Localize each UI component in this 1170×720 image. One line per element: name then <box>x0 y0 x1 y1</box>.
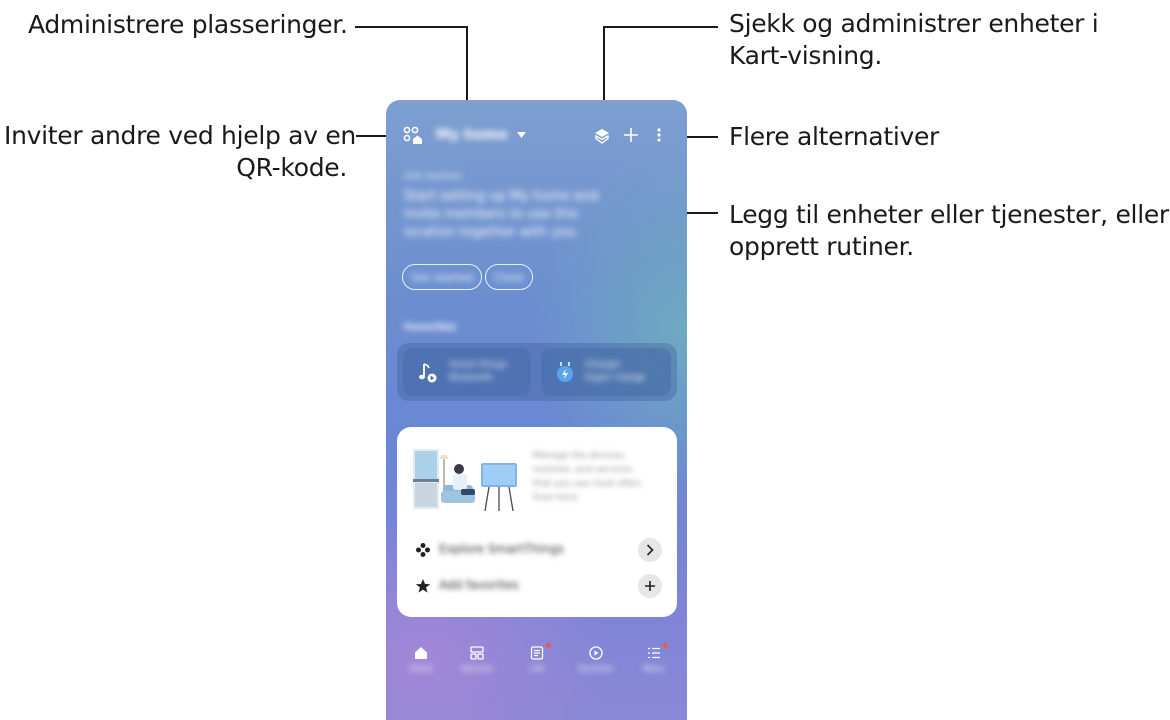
map-view-icon <box>595 129 609 144</box>
star-icon <box>415 579 431 593</box>
fav-music-title: Smart things <box>449 360 507 370</box>
promo-line-3: location together with you. <box>404 225 580 240</box>
menu-list-icon <box>648 647 660 659</box>
nav-devices[interactable]: Devices <box>457 640 497 700</box>
favorites-title: Favorites <box>404 322 457 333</box>
fav-charger-subtitle: Super charge <box>585 373 646 383</box>
qr-invite-button[interactable] <box>402 125 426 147</box>
callout-invite-qr: Inviter andre ved hjelp av en QR-kode. <box>4 120 356 184</box>
promo-block: Get started Start setting up My home and… <box>404 168 654 242</box>
caret-down-icon <box>516 132 526 138</box>
callout-map-view-line1: Sjekk og administrer enheter i <box>729 9 1099 38</box>
plus-icon <box>645 581 655 591</box>
more-vertical-icon <box>657 128 661 142</box>
explore-chevron-button[interactable] <box>638 538 662 562</box>
favorites-panel: Smart things Bluetooth Charger Super cha… <box>397 343 677 401</box>
nav-routines[interactable]: Routines <box>576 640 616 700</box>
intro-card: Manage the devices, routines, and servic… <box>397 427 677 617</box>
add-favorites-label: Add favorites <box>439 578 519 592</box>
promo-heading: Get started <box>404 171 461 182</box>
leader-line-locations-h <box>355 26 468 28</box>
callout-more-options-text: Flere alternativer <box>729 122 940 151</box>
callout-invite-qr-line2: QR-kode. <box>236 153 347 182</box>
living-room-illustration <box>413 449 517 512</box>
explore-smartthings-label: Explore SmartThings <box>439 542 564 556</box>
nav-routines-label: Routines <box>578 664 614 673</box>
music-note-play-icon <box>419 363 437 383</box>
more-options-button[interactable] <box>651 125 667 145</box>
add-favorites-row[interactable]: Add favorites <box>397 573 677 599</box>
callout-more-options: Flere alternativer <box>729 121 939 153</box>
intro-card-text: Manage the devices, routines, and servic… <box>533 449 667 505</box>
plus-icon <box>624 128 638 142</box>
devices-icon <box>470 646 484 660</box>
callout-add-devices-line2: opprett rutiner. <box>729 232 914 261</box>
callout-add-devices-line1: Legg til enheter eller tjenester, eller <box>729 200 1169 229</box>
favorite-card-charger[interactable]: Charger Super charge <box>541 348 671 396</box>
nav-menu-label: Menu <box>643 664 665 673</box>
life-icon <box>530 646 544 660</box>
chevron-right-icon <box>646 544 654 556</box>
close-button[interactable]: Close <box>485 264 533 290</box>
intro-text-line-2: routines, and services <box>533 465 633 475</box>
callout-add-devices: Legg til enheter eller tjenester, eller … <box>729 199 1169 263</box>
nav-home[interactable]: Home <box>401 640 441 700</box>
callout-manage-locations-text: Administrere plasseringer. <box>28 10 348 39</box>
nav-devices-label: Devices <box>461 664 493 673</box>
life-notification-dot <box>546 643 551 648</box>
close-label: Close <box>494 270 524 284</box>
fav-music-subtitle: Bluetooth <box>449 373 493 383</box>
intro-text-line-4: from here. <box>533 493 580 503</box>
nav-life-label: Life <box>529 664 545 673</box>
nav-life[interactable]: Life <box>517 640 557 700</box>
leader-line-map-h <box>603 26 718 28</box>
callout-map-view: Sjekk og administrer enheter i Kart-visn… <box>729 8 1099 72</box>
location-name[interactable]: My home <box>436 127 508 143</box>
charging-plug-icon <box>557 362 573 382</box>
phone-screen: My home Get started Start setting up My … <box>386 100 687 720</box>
get-started-button[interactable]: Get started <box>402 264 482 290</box>
callout-manage-locations: Administrere plasseringer. <box>28 9 348 41</box>
promo-line-2: invite members to use this <box>404 207 579 222</box>
qr-code-home-icon <box>403 126 422 144</box>
routines-play-icon <box>589 646 603 660</box>
intro-text-line-1: Manage the devices, <box>533 451 627 461</box>
explore-smartthings-row[interactable]: Explore SmartThings <box>397 537 677 563</box>
nav-home-label: Home <box>409 664 433 673</box>
favorite-card-music[interactable]: Smart things Bluetooth <box>403 348 531 396</box>
nav-menu[interactable]: Menu <box>634 640 674 700</box>
fav-charger-title: Charger <box>585 360 621 370</box>
location-dropdown-button[interactable] <box>514 128 528 142</box>
map-view-button[interactable] <box>592 126 612 146</box>
promo-line-1: Start setting up My home and <box>404 189 599 204</box>
home-icon <box>415 647 427 659</box>
intro-text-line-3: that you use most often <box>533 479 641 489</box>
menu-notification-dot <box>663 643 668 648</box>
add-button[interactable] <box>621 125 641 145</box>
callout-invite-qr-line1: Inviter andre ved hjelp av en <box>4 121 356 150</box>
get-started-label: Get started <box>410 270 474 284</box>
bottom-navigation: Home Devices Life Routines Menu <box>386 640 687 700</box>
add-favorites-plus-button[interactable] <box>638 574 662 598</box>
smartthings-icon <box>416 543 430 557</box>
callout-map-view-line2: Kart-visning. <box>729 41 883 70</box>
